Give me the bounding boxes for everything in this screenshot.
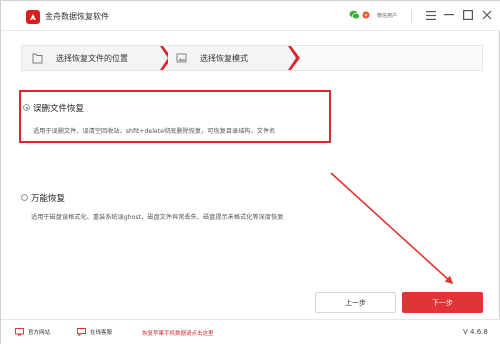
option-universal-recovery[interactable]: 万能恢复 适用于磁盘误格式化、重装系统误ghost、磁盘文件异常丢失、磁盘提示未… bbox=[19, 186, 349, 226]
minimize-button[interactable] bbox=[441, 7, 457, 23]
step-label: 选择恢复模式 bbox=[200, 54, 248, 63]
version-label: V 4.6.8 bbox=[463, 328, 488, 336]
step-select-mode[interactable]: 选择恢复模式 bbox=[168, 46, 288, 70]
option-title: 万能恢复 bbox=[31, 194, 66, 204]
wechat-icon[interactable] bbox=[349, 10, 360, 20]
iphone-recovery-link[interactable]: 恢复苹果手机数据请点击这里 bbox=[142, 329, 214, 337]
footer-label: 官方网站 bbox=[28, 330, 51, 336]
official-website-link[interactable]: 官方网站 bbox=[15, 328, 50, 336]
title-bar: 金舟数据恢复软件 微信用户 bbox=[1, 1, 500, 31]
step-select-location[interactable]: 选择恢复文件的位置 bbox=[22, 46, 160, 70]
user-label[interactable]: 微信用户 bbox=[377, 12, 397, 19]
maximize-icon bbox=[463, 10, 473, 20]
option-description: 适用于磁盘误格式化、重装系统误ghost、磁盘文件异常丢失、磁盘提示未格式化等深… bbox=[31, 214, 284, 221]
option-deleted-file-recovery[interactable]: 误删文件恢复 适用于误删文件、误清空回收站、shfit+delete彻底删除恢复… bbox=[19, 90, 331, 143]
radio-button[interactable] bbox=[23, 104, 30, 111]
app-logo-icon bbox=[26, 10, 40, 24]
app-title: 金舟数据恢复软件 bbox=[45, 12, 109, 21]
divider bbox=[411, 10, 412, 22]
next-step-button[interactable]: 下一步 bbox=[402, 292, 483, 313]
radio-button[interactable] bbox=[21, 194, 28, 201]
flower-icon[interactable] bbox=[362, 11, 370, 19]
minimize-icon bbox=[444, 14, 454, 16]
app-window: 金舟数据恢复软件 微信用户 选择恢复文件的位置 选择恢复模式 误删文件恢复 适用… bbox=[0, 0, 500, 344]
option-title: 误删文件恢复 bbox=[33, 104, 85, 114]
chat-icon bbox=[77, 328, 86, 336]
option-description: 适用于误删文件、误清空回收站、shfit+delete彻底删除恢复，可恢复目录结… bbox=[33, 128, 276, 135]
image-icon bbox=[176, 53, 187, 63]
online-support-link[interactable]: 在线客服 bbox=[77, 328, 112, 336]
close-button[interactable] bbox=[479, 7, 495, 23]
footer-label: 在线客服 bbox=[90, 330, 113, 336]
footer: 官方网站 在线客服 恢复苹果手机数据请点击这里 V 4.6.8 bbox=[1, 319, 500, 344]
step-arrow-icon bbox=[288, 46, 300, 70]
step-label: 选择恢复文件的位置 bbox=[56, 54, 128, 63]
menu-icon bbox=[426, 10, 436, 20]
menu-button[interactable] bbox=[423, 7, 439, 23]
previous-step-button[interactable]: 上一步 bbox=[315, 292, 396, 313]
monitor-icon bbox=[15, 328, 24, 336]
maximize-button[interactable] bbox=[460, 7, 476, 23]
close-icon bbox=[482, 10, 492, 20]
step-bar: 选择恢复文件的位置 选择恢复模式 bbox=[21, 45, 483, 71]
folder-icon bbox=[32, 53, 43, 64]
